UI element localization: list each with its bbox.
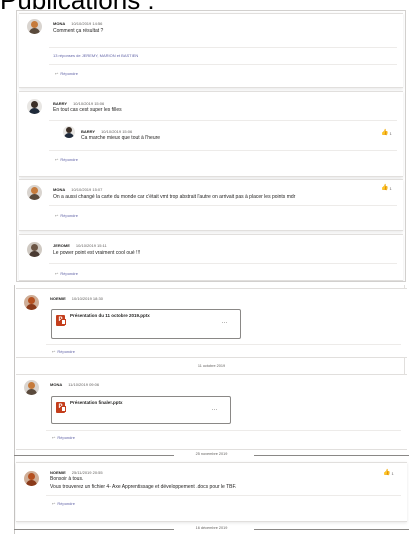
thumbs-up-icon: 👍 (381, 130, 389, 136)
post-author: MONA (50, 382, 63, 387)
post-meta: MONA 11/10/2019 09:06 (50, 382, 99, 387)
avatar-jerome[interactable] (27, 242, 42, 257)
reply-arrow-icon: ↩ (55, 271, 59, 276)
post-date: 10/10/2019 15:06 (73, 101, 105, 106)
more-options-icon[interactable]: ... (211, 406, 218, 412)
post-date: 10/10/2019 15:11 (75, 243, 107, 248)
avatar-barry[interactable] (27, 99, 42, 114)
post-author: JEROME (53, 243, 70, 248)
post-date: 25/11/2019 20:55 (71, 470, 103, 475)
reply-arrow-icon: ↩ (52, 501, 56, 506)
file-icon-overlay (61, 319, 66, 325)
divider-line (254, 529, 409, 530)
post-author: MONA (53, 187, 66, 192)
post-noemie-file: NOEMIE 10/10/2019 18:30 P Présentation du… (16, 288, 407, 358)
post-meta: JEROME 10/10/2019 15:11 (53, 243, 107, 248)
panel-edge (14, 285, 15, 534)
reply-arrow-icon: ↩ (52, 435, 56, 440)
thumbs-up-icon: 👍 (381, 185, 389, 191)
reply-arrow-icon: ↩ (55, 157, 59, 162)
divider (49, 47, 397, 48)
reply-author: BARRY (81, 129, 96, 134)
post-meta: NOEMIE 25/11/2019 20:55 (50, 470, 103, 475)
conversation-panel-top: MONA 10/10/2019 14:56 Comment ça résultat… (16, 10, 406, 282)
divider (49, 205, 397, 206)
file-name: Présentation du 11 octobre 2019.pptx (70, 313, 150, 318)
like-reaction[interactable]: 👍1 (381, 185, 392, 192)
like-reaction[interactable]: 👍1 (381, 130, 392, 137)
post-noemie-message: NOEMIE 25/11/2019 20:55 Bonsoir à tous. V… (16, 462, 407, 522)
file-icon-overlay (61, 406, 66, 412)
post-barry: BARRY 10/10/2019 15:06 En tout cas cest s… (19, 91, 403, 177)
avatar-barry[interactable] (63, 126, 75, 138)
post-author: NOEMIE (50, 296, 66, 301)
reply-arrow-icon: ↩ (52, 349, 56, 354)
post-message: Le power point est vraiment cool oué !!! (53, 250, 141, 256)
avatar-noemie[interactable] (24, 471, 39, 486)
divider (46, 495, 401, 496)
post-message-line-2: Vous trouverez un fichier 4- Axe Apprent… (50, 484, 237, 490)
reply-arrow-icon: ↩ (55, 213, 59, 218)
avatar-noemie[interactable] (24, 295, 39, 310)
reply-button[interactable]: ↩ Répondre (55, 71, 78, 76)
reply-button[interactable]: ↩ Répondre (55, 157, 78, 162)
reply-meta: BARRY 10/10/2019 15:06 (81, 129, 132, 134)
reply-button[interactable]: ↩ Répondre (55, 271, 78, 276)
reply-button[interactable]: ↩ Répondre (52, 349, 75, 354)
thumbs-up-icon: 👍 (383, 470, 391, 476)
like-count: 1 (391, 471, 394, 476)
reply-button[interactable]: ↩ Répondre (55, 213, 78, 218)
reply-arrow-icon: ↩ (55, 71, 59, 76)
post-message: On a aussi changé la carte du monde car … (53, 194, 296, 200)
post-author: MONA (53, 21, 66, 26)
post-jerome: JEROME 10/10/2019 15:11 Le power point es… (19, 234, 403, 281)
file-attachment-card[interactable]: P Présentation du 11 octobre 2019.pptx .… (51, 309, 241, 339)
reply-date: 10/10/2019 15:06 (101, 129, 133, 134)
divider-line (254, 455, 409, 456)
reply-message: Ca marche mieux que tout à l'heure (81, 135, 161, 141)
post-mona-1: MONA 10/10/2019 14:56 Comment ça résultat… (19, 13, 403, 88)
file-attachment-card[interactable]: P Présentation finale!.pptx ... (51, 396, 231, 424)
avatar-mona[interactable] (27, 185, 42, 200)
post-date: 10/10/2019 15:07 (71, 187, 103, 192)
replies-summary-link[interactable]: 13 réponses de JEREMY, MARION et BASTIEN (53, 53, 138, 58)
post-date: 10/10/2019 18:30 (71, 296, 103, 301)
file-name: Présentation finale!.pptx (70, 400, 123, 405)
post-message-line-1: Bonsoir à tous. (50, 476, 84, 482)
like-count: 1 (389, 131, 392, 136)
post-message: En tout cas cest super les filles (53, 107, 122, 113)
post-message: Comment ça résultat ? (53, 28, 104, 34)
post-date: 10/10/2019 14:56 (71, 21, 103, 26)
reply-button[interactable]: ↩ Répondre (52, 501, 75, 506)
reply-button[interactable]: ↩ Répondre (52, 435, 75, 440)
post-meta: MONA 10/10/2019 15:07 (53, 187, 102, 192)
avatar-mona[interactable] (24, 380, 39, 395)
post-author: BARRY (53, 101, 68, 106)
post-meta: NOEMIE 10/10/2019 18:30 (50, 296, 103, 301)
post-date: 11/10/2019 09:06 (68, 382, 100, 387)
date-separator: 11 octobre 2019 (197, 364, 226, 368)
conversation-panel-bottom: NOEMIE 10/10/2019 18:30 P Présentation du… (14, 285, 409, 534)
divider (46, 430, 401, 431)
post-mona-file: MONA 11/10/2019 09:06 P Présentation fina… (16, 374, 407, 450)
divider (49, 150, 397, 151)
divider (49, 120, 397, 121)
divider (46, 344, 401, 345)
like-count: 1 (389, 186, 392, 191)
avatar-mona[interactable] (27, 19, 42, 34)
post-meta: BARRY 10/10/2019 15:06 (53, 101, 104, 106)
post-meta: MONA 10/10/2019 14:56 (53, 21, 102, 26)
more-options-icon[interactable]: ... (221, 319, 228, 325)
post-mona-2: MONA 10/10/2019 15:07 On a aussi changé l… (19, 179, 403, 231)
divider (49, 263, 397, 264)
like-reaction[interactable]: 👍1 (383, 470, 394, 477)
divider (49, 64, 397, 65)
post-author: NOEMIE (50, 470, 66, 475)
